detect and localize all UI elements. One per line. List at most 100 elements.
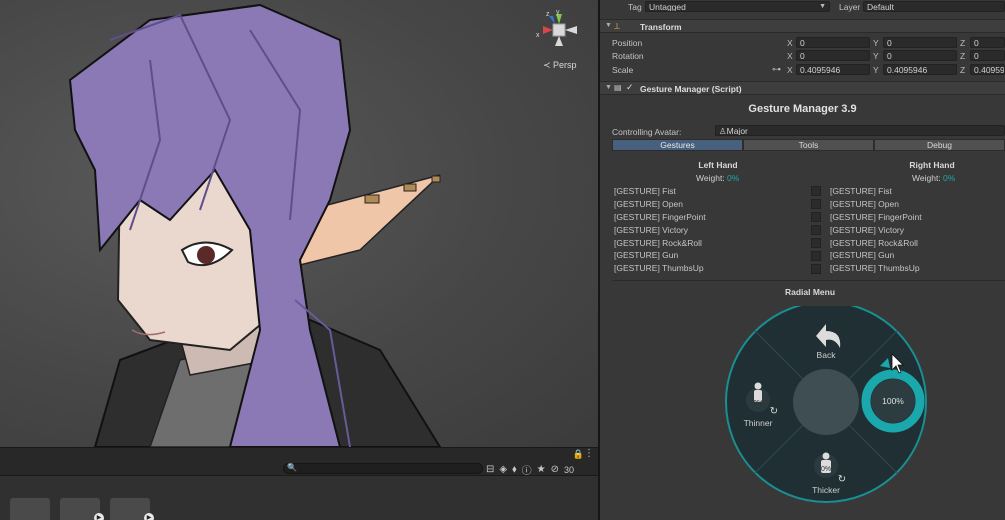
gesture-checkbox[interactable] (811, 264, 821, 274)
left-hand-title: Left Hand (698, 160, 738, 170)
visibility-icon[interactable]: ⊘ (551, 464, 559, 475)
script-title: Gesture Manager (Script) (640, 84, 742, 94)
left-hand-weight: Weight: 0% (696, 173, 739, 183)
tab-gestures[interactable]: Gestures (612, 139, 743, 151)
right-hand-title: Right Hand (909, 160, 955, 170)
layer-label: Layer (839, 2, 861, 12)
axis-y-label: Y (873, 65, 879, 75)
transform-header[interactable]: ▼ ⟂ Transform (600, 19, 1005, 33)
active-value: 100% (882, 396, 904, 406)
script-header[interactable]: ▼ ▤ ✓ Gesture Manager (Script) (600, 81, 1005, 95)
controlling-avatar-label: Controlling Avatar: (612, 127, 682, 137)
gesture-item[interactable]: [GESTURE] FingerPoint (614, 212, 706, 225)
gesture-item[interactable]: [GESTURE] ThumbsUp (830, 263, 922, 276)
play-icon[interactable]: ▶ (94, 513, 104, 520)
axis-y-label: Y (873, 38, 879, 48)
gesture-item[interactable]: [GESTURE] Rock&Roll (614, 238, 706, 251)
scene-bottom-bar: 🔒 ⋮ (0, 447, 598, 461)
reset-icon: ↻ (770, 406, 778, 417)
scene-view[interactable]: y x z ≺ Persp (0, 0, 598, 447)
person-icon (822, 452, 830, 460)
play-icon[interactable]: ▶ (144, 513, 154, 520)
thinner-value: 0% (753, 400, 763, 407)
fold-arrow-icon[interactable]: ▼ (605, 22, 612, 29)
gesture-checkbox[interactable] (811, 199, 821, 209)
radial-center[interactable] (793, 369, 859, 435)
gesture-item[interactable]: [GESTURE] Gun (830, 250, 922, 263)
inspector-panel: Tag Untagged ▼ Layer Default ▼ ⟂ Transfo… (600, 0, 1005, 520)
tab-debug[interactable]: Debug (874, 139, 1005, 151)
asset-thumbnail[interactable]: ▶ (110, 498, 154, 520)
info-icon[interactable]: ⓘ (522, 462, 532, 477)
axis-y-label: Y (873, 51, 879, 61)
scale-x-field[interactable]: 0.4095946 (796, 64, 870, 75)
position-y-field[interactable]: 0 (883, 37, 957, 48)
gesture-checkbox[interactable] (811, 251, 821, 261)
rotation-label: Rotation (612, 51, 644, 61)
filter-type-icon[interactable]: ⊟ (486, 464, 494, 475)
gesture-item[interactable]: [GESTURE] Open (830, 199, 922, 212)
avatar-icon: ♙ (719, 126, 727, 136)
rotation-x-field[interactable]: 0 (796, 50, 870, 61)
weight-label: Weight: (696, 173, 725, 183)
tag-dropdown[interactable]: Untagged ▼ (645, 1, 830, 12)
weight-value: 0% (943, 173, 956, 183)
position-z-field[interactable]: 0 (970, 37, 1005, 48)
fold-arrow-icon[interactable]: ▼ (605, 84, 612, 91)
rotation-y-field[interactable]: 0 (883, 50, 957, 61)
chevron-down-icon: ▼ (819, 3, 826, 10)
star-icon[interactable]: ★ (537, 464, 546, 475)
gesture-item[interactable]: [GESTURE] ThumbsUp (614, 263, 706, 276)
thicker-label: Thicker (812, 485, 840, 495)
gesture-item[interactable]: [GESTURE] FingerPoint (830, 212, 922, 225)
layer-dropdown[interactable]: Default (863, 1, 1005, 12)
avatar-object-field[interactable]: ♙Major (715, 125, 1005, 136)
gesture-checkbox[interactable] (811, 212, 821, 222)
filter-label-icon[interactable]: ◈ (499, 464, 507, 475)
back-label: Back (817, 350, 837, 360)
search-input[interactable]: 🔍 (283, 463, 483, 474)
gesture-checkbox[interactable] (811, 238, 821, 248)
projection-toggle[interactable]: ≺ Persp (543, 60, 577, 71)
position-label: Position (612, 38, 643, 48)
script-heading: Gesture Manager 3.9 (748, 103, 857, 115)
thinner-label: Thinner (744, 418, 773, 428)
avatar-value: Major (726, 126, 748, 136)
kebab-menu-icon[interactable]: ⋮ (584, 448, 594, 459)
gesture-item[interactable]: [GESTURE] Fist (614, 186, 706, 199)
lock-icon[interactable]: 🔒 (573, 449, 584, 460)
radial-menu-title: Radial Menu (784, 287, 836, 297)
gesture-item[interactable]: [GESTURE] Rock&Roll (830, 238, 922, 251)
scale-y-field[interactable]: 0.4095946 (883, 64, 957, 75)
transform-title: Transform (640, 22, 682, 32)
asset-thumbnail[interactable] (10, 498, 50, 520)
script-tabs: Gestures Tools Debug (612, 139, 1005, 151)
gesture-item[interactable]: [GESTURE] Victory (614, 225, 706, 238)
tab-tools[interactable]: Tools (743, 139, 874, 151)
axis-x-label: X (787, 38, 793, 48)
axis-x-label: X (787, 65, 793, 75)
gesture-item[interactable]: [GESTURE] Gun (614, 250, 706, 263)
orientation-gizmo[interactable]: y x z (533, 6, 593, 56)
layer-value: Default (867, 2, 894, 12)
gesture-item[interactable]: [GESTURE] Fist (830, 186, 922, 199)
reset-icon: ↻ (838, 474, 846, 485)
enabled-checkbox[interactable]: ✓ (626, 82, 634, 93)
person-icon (754, 382, 762, 390)
gesture-item[interactable]: [GESTURE] Open (614, 199, 706, 212)
scale-z-field[interactable]: 0.40959 (970, 64, 1005, 75)
gesture-checkbox[interactable] (811, 225, 821, 235)
position-x-field[interactable]: 0 (796, 37, 870, 48)
right-hand-weight: Weight: 0% (912, 173, 955, 183)
axis-z-label: Z (960, 38, 966, 48)
right-hand-gesture-list: [GESTURE] Fist [GESTURE] Open [GESTURE] … (830, 186, 922, 276)
radial-menu: Back 0% ↻ Thinner 0% ↻ Thicker 100% (720, 301, 932, 520)
tag-icon[interactable]: ⬧ (512, 464, 517, 475)
gesture-checkbox[interactable] (811, 186, 821, 196)
axis-x-label: X (787, 51, 793, 61)
axis-z-label: Z (960, 65, 966, 75)
rotation-z-field[interactable]: 0 (970, 50, 1005, 61)
asset-thumbnail[interactable]: ▶ (60, 498, 104, 520)
gesture-item[interactable]: [GESTURE] Victory (830, 225, 922, 238)
link-icon[interactable]: ⊶ (772, 64, 781, 75)
